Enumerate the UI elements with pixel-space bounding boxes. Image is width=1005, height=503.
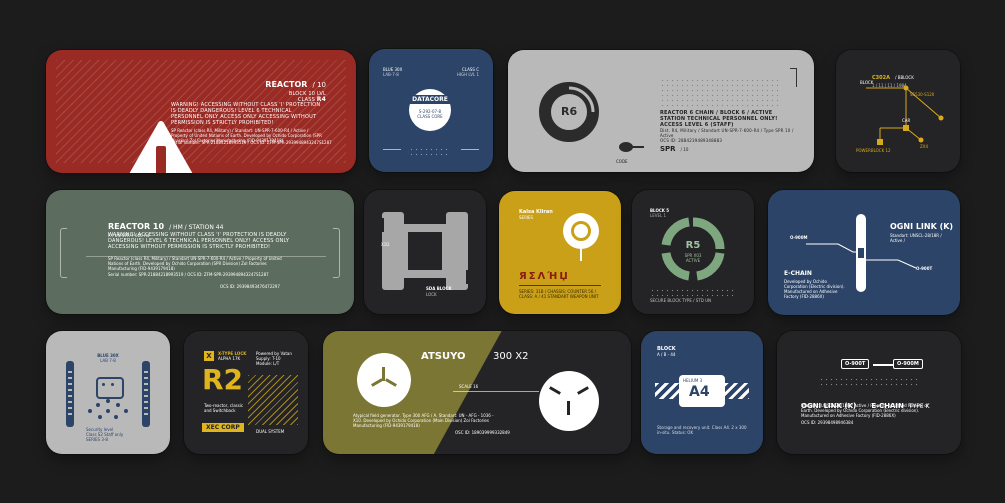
sda-label2: LOCK — [426, 292, 437, 297]
node-o900m[interactable]: O-900M — [893, 359, 923, 369]
kalsa-caption: SERIES: 31B / CHASSIS: COUNTER 56 / CLAS… — [519, 289, 599, 299]
reactor10-ocs: OCS ID: 29398493476472297 — [220, 284, 280, 289]
serial-number: Serial number: SPR-21884218993519 / OCS … — [171, 140, 332, 145]
r2-desc: Two-reactor, classic and Switchback — [204, 403, 244, 413]
card-kalsa[interactable]: Kalsa Kliran SERIES ЯΣΛΉЏ SERIES: 31B / … — [499, 191, 621, 314]
ogni-k-ocs: OCS ID: 29398498946384 — [801, 420, 854, 425]
circuit-node-s5530: S5530-S120 — [910, 92, 935, 97]
sda-block-shape — [376, 212, 474, 290]
kalsa-sub: SERIES — [519, 215, 534, 220]
card-r6[interactable]: R6 CODE REACTOR 6 CHAIN / BLOCK 6 / ACTI… — [508, 50, 814, 172]
robot-icon — [96, 377, 124, 399]
reactor-number: / 10 — [312, 81, 327, 89]
ogni-link-body: Developed by Ochido Corporation (Electri… — [784, 279, 845, 299]
a4-foot: Storage and recovery unit. Class A4. 2 x… — [657, 425, 747, 435]
card-a4[interactable]: BLOCK A / B - 44 HELIUM 3 A4 Storage and… — [641, 331, 763, 454]
r5-sub2: ACTIVE — [685, 258, 701, 263]
card-r5[interactable]: BLOCK 5 LEVEL 1 R5 SPR X03 ACTIVE SECURE… — [632, 190, 754, 314]
r6-side-label: CODE — [616, 159, 628, 164]
card-datacore[interactable]: BLUE 30X LAB-7-8 CLASS C HIGH LVL 1 DATACO… — [369, 49, 493, 172]
blue30x-fan — [88, 399, 128, 419]
kalsa-glyphs: ЯΣΛΉЏ — [519, 271, 570, 282]
ogni-link-echain: E-CHAIN — [784, 270, 812, 277]
blue30x-sub: LAB 7-8 — [100, 358, 116, 363]
ogni-k-body: Standart: UNSCL-28/18R / Active / Proper… — [801, 403, 929, 418]
a4-label: A4 — [689, 384, 710, 400]
r6-brand-num: / 10 — [680, 147, 689, 152]
node-o900t[interactable]: O-900T — [841, 359, 870, 369]
datacore-disc: DATACORE S-292-07-8 CLASS CORE — [403, 89, 457, 131]
ogni-link-title: OGNI LINK (K) — [890, 222, 954, 231]
reactor10-serial: Serial number: SPR-21884218993519 / OCS … — [108, 272, 269, 277]
a4-tag: HELIUM 3 — [683, 378, 703, 383]
r2-title: R2 — [202, 363, 244, 396]
atsuyo-left-dial — [357, 353, 411, 407]
atsuyo-num: 300 X2 — [493, 351, 529, 362]
atsuyo-body: Atypical field generator. Type 300 AFG /… — [353, 413, 494, 428]
reactor10-warning: WARNING! ACCESSING WITHOUT CLASS 'I' PRO… — [108, 232, 290, 250]
a4-sub: A / B - 44 — [657, 352, 676, 357]
reactor10-title-tail: / HM / STATION 44 — [169, 224, 224, 231]
card-atsuyo[interactable]: ATSUYO 300 X2 SCALE 16 Atypical field ge… — [323, 331, 631, 454]
ogni-link-node2: O-900T — [916, 266, 933, 271]
circuit-node-powerblock: POWERBLOCK 12 — [856, 148, 891, 153]
datacore-tr2: HIGH LVL 1 — [456, 72, 479, 77]
r6-line1: STATION TECHNICAL PERSONNEL ONLY! ACCESS… — [660, 116, 778, 128]
atsuyo-ocs: OSC ID: 189039999332849 — [455, 430, 510, 435]
r2-tag2: ALPHA 17K — [218, 356, 241, 361]
ogni-link-node1: O-900M — [790, 235, 808, 240]
circuit-node-block: BLOCK — [860, 80, 874, 85]
kalsa-ring-icon — [563, 213, 599, 249]
r2-small: DUAL SYSTEM — [256, 429, 285, 434]
r6-label: R6 — [561, 105, 578, 118]
xec-corp-button[interactable]: XEC CORP — [202, 423, 244, 432]
atsuyo-title: ATSUYO — [421, 351, 466, 362]
x-badge: X — [204, 351, 214, 361]
ogni-link-sub: Standart: UNSCL-28/18R / Active / — [890, 233, 942, 243]
datacore-tl2: LAB-7-8 — [383, 72, 399, 77]
r5-footer: SECURE BLOCK TYPE / STD UN — [650, 298, 712, 303]
sda-side-label: X1D — [381, 242, 390, 247]
circuit-node-zx4: ZX4 — [920, 144, 929, 149]
datacore-title: DATACORE — [403, 95, 457, 104]
blue30x-foot3: SERIES 3-8 — [86, 437, 108, 442]
card-blue30x[interactable]: BLUE 30X LAB 7-8 Security level Class S2… — [46, 331, 170, 454]
warning-text: WARNING! ACCESSING WITHOUT CLASS 'I' PRO… — [171, 102, 321, 126]
circuit-diagram — [866, 85, 944, 145]
r2-right3: Module: L/T — [256, 361, 280, 366]
card-ogni-link[interactable]: OGNI LINK (K) Standart: UNSCL-28/18R / A… — [768, 190, 960, 315]
card-reactor10[interactable]: REACTOR 10 / HM / STATION 44 R / UN-SPR-… — [46, 190, 354, 314]
card-sda-block[interactable]: X1D SDA BLOCK LOCK — [364, 190, 486, 314]
atsuyo-right-dial — [539, 371, 599, 431]
datacore-code2: CLASS CORE — [417, 114, 443, 119]
r6-brand: SPR — [660, 145, 676, 153]
card-circuit[interactable]: C302A / BBLOCK 1 / 11 | 11 / 1984 BLOCK … — [836, 50, 960, 172]
card-ogni-link-k[interactable]: O-900T O-900M OGNI LINK (K) E-CHAIN TYPE… — [777, 331, 961, 454]
sda-label: SDA BLOCK — [426, 286, 452, 291]
atsuyo-tag: SCALE 16 — [459, 384, 479, 389]
circuit-node-car: CAR — [902, 118, 911, 123]
card-r2[interactable]: X X-TYPE LOCK ALPHA 17K Powered by Vatan… — [184, 331, 308, 454]
r5-label: R5 — [685, 240, 701, 251]
reactor10-description: SP Reactor (class R4, Military) / Standa… — [108, 256, 282, 271]
reactor-title: REACTOR — [265, 80, 308, 89]
reactor10-title: REACTOR 10 — [108, 222, 165, 231]
card-reactor-warning[interactable]: REACTOR / 10 BLOCK 10 LVL CLASS R4 WARNI… — [46, 50, 356, 173]
